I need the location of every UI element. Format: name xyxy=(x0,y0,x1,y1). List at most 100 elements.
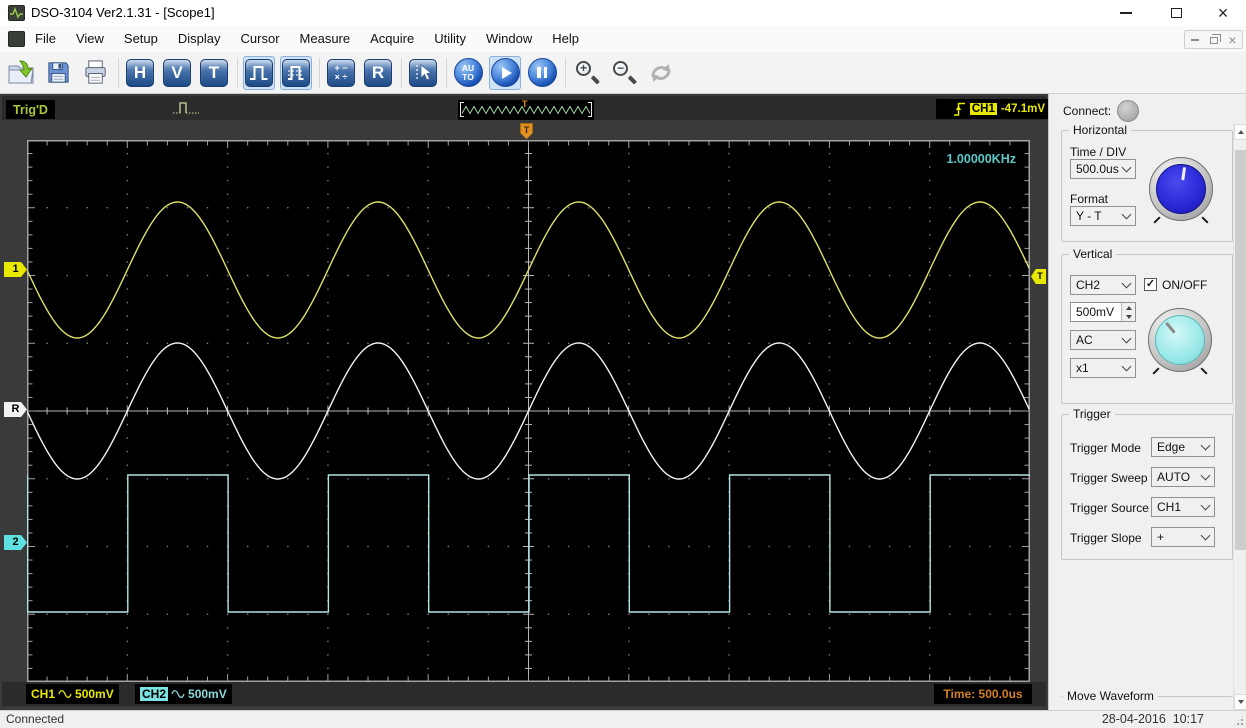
vertical-position-knob[interactable] xyxy=(1148,308,1212,375)
refresh-button[interactable] xyxy=(645,56,677,90)
trigger-setup-button[interactable]: T xyxy=(198,56,230,90)
probe-select[interactable]: x1 xyxy=(1070,358,1136,378)
trigger-source-select[interactable]: CH1 xyxy=(1151,497,1215,517)
chevron-down-icon xyxy=(1121,162,1132,172)
stepper-up-button[interactable] xyxy=(1122,303,1135,312)
pause-button[interactable] xyxy=(526,56,558,90)
open-button[interactable] xyxy=(5,56,37,90)
toolbar-separator xyxy=(446,57,447,88)
format-label: Format xyxy=(1070,192,1109,206)
trigger-group-title: Trigger xyxy=(1069,407,1115,421)
trigger-position-marker[interactable]: T xyxy=(520,123,533,139)
save-button[interactable] xyxy=(42,56,74,90)
mdi-minimize-button[interactable] xyxy=(1185,31,1204,48)
chevron-down-icon xyxy=(1200,530,1211,540)
math-icon: + − × ÷ xyxy=(327,58,355,87)
scrollbar-up-button[interactable] xyxy=(1234,124,1246,140)
play-icon xyxy=(490,58,520,87)
channel-select[interactable]: CH2 xyxy=(1070,275,1136,295)
menu-help[interactable]: Help xyxy=(542,26,589,52)
connect-indicator[interactable] xyxy=(1117,100,1140,122)
chevron-down-icon xyxy=(1200,440,1211,450)
ch1-name: CH1 xyxy=(31,687,56,701)
trigger-source-badge: CH1 xyxy=(969,103,997,115)
window-title: DSO-3104 Ver2.1.31 - [Scope1] xyxy=(31,5,215,20)
arrow-down-icon xyxy=(1125,314,1132,319)
menu-view[interactable]: View xyxy=(66,26,114,52)
trigger-slope-select[interactable]: + xyxy=(1151,527,1215,547)
menu-window[interactable]: Window xyxy=(476,26,542,52)
preview-trigger-marker[interactable]: T xyxy=(522,99,528,109)
app-icon xyxy=(8,5,25,21)
menu-cursor[interactable]: Cursor xyxy=(231,26,290,52)
move-waveform-title: Move Waveform xyxy=(1063,689,1158,703)
datetime: 28-04-2016 10:17 xyxy=(1101,712,1204,726)
zoom-out-button[interactable]: − xyxy=(608,56,640,90)
vertical-setup-button[interactable]: V xyxy=(161,56,193,90)
waveform-screen[interactable]: 1.00000KHz xyxy=(26,140,1030,682)
title-bar: DSO-3104 Ver2.1.31 - [Scope1] × xyxy=(0,0,1246,26)
pulse-train-button[interactable] xyxy=(280,55,312,90)
chevron-down-icon xyxy=(1121,278,1132,288)
trigger-mode-select[interactable]: Edge xyxy=(1151,437,1215,457)
waveform-preview[interactable]: T xyxy=(458,99,594,120)
channel-onoff-checkbox[interactable]: ✓ xyxy=(1144,278,1157,291)
ch1-ground-marker[interactable]: 1 xyxy=(4,262,27,277)
format-select[interactable]: Y - T xyxy=(1070,206,1136,226)
preview-right-bracket xyxy=(588,102,592,117)
math-button[interactable]: + − × ÷ xyxy=(325,56,357,90)
menu-measure[interactable]: Measure xyxy=(290,26,361,52)
trigger-sweep-select[interactable]: AUTO xyxy=(1151,467,1215,487)
pulse-single-button[interactable] xyxy=(243,55,275,90)
menu-acquire[interactable]: Acquire xyxy=(360,26,424,52)
mdi-restore-button[interactable] xyxy=(1204,31,1223,48)
horizontal-group: Horizontal Time / DIV 500.0us Format Y -… xyxy=(1061,123,1233,242)
menu-file[interactable]: File xyxy=(25,26,66,52)
autoset-button[interactable]: AU TO xyxy=(452,56,484,90)
timebase-readout: Time: 500.0us xyxy=(934,684,1032,704)
time-div-select[interactable]: 500.0us xyxy=(1070,159,1136,179)
arrow-down-icon xyxy=(1238,700,1244,704)
run-button[interactable] xyxy=(489,55,521,90)
ref-ground-marker[interactable]: R xyxy=(4,402,27,417)
zoom-in-button[interactable]: + xyxy=(571,56,603,90)
document-icon xyxy=(8,31,25,47)
menu-setup[interactable]: Setup xyxy=(114,26,168,52)
ch2-ground-marker[interactable]: 2 xyxy=(4,535,27,550)
pause-icon xyxy=(527,58,557,87)
maximize-button[interactable] xyxy=(1163,0,1189,26)
volts-div-stepper[interactable]: 500mV xyxy=(1070,302,1136,322)
pulse-status-icon xyxy=(173,102,199,114)
rising-edge-icon xyxy=(953,102,965,116)
ch1-scale-readout[interactable]: CH1 500mV xyxy=(26,684,119,704)
onoff-label: ON/OFF xyxy=(1162,278,1208,292)
trigger-level-marker[interactable]: T xyxy=(1031,269,1046,284)
panel-scrollbar[interactable] xyxy=(1233,124,1246,710)
toolbar-separator xyxy=(319,57,320,88)
print-button[interactable] xyxy=(79,56,111,90)
status-bar: Connected 28-04-2016 10:17 xyxy=(0,710,1246,728)
scope-display-area: Trig'D T CH1 -47.1mV T 1.00000KHz 1 R 2 … xyxy=(0,94,1048,710)
cursor-measure-button[interactable] xyxy=(407,56,439,90)
menu-display[interactable]: Display xyxy=(168,26,231,52)
trigger-sweep-label: Trigger Sweep xyxy=(1070,471,1148,485)
menu-utility[interactable]: Utility xyxy=(424,26,476,52)
scrollbar-down-button[interactable] xyxy=(1234,694,1246,710)
horizontal-position-knob[interactable] xyxy=(1149,157,1213,224)
reference-button[interactable]: R xyxy=(362,56,394,90)
chevron-down-icon xyxy=(1121,361,1132,371)
check-icon: ✓ xyxy=(1145,278,1156,290)
close-button[interactable]: × xyxy=(1210,0,1236,26)
ch2-scale-readout[interactable]: CH2 500mV xyxy=(135,684,232,704)
coupling-select[interactable]: AC xyxy=(1070,330,1136,350)
resize-grip[interactable] xyxy=(1232,714,1245,727)
scrollbar-thumb[interactable] xyxy=(1235,150,1246,550)
minimize-button[interactable] xyxy=(1113,0,1139,26)
connection-status: Connected xyxy=(6,712,65,726)
t-letter-icon: T xyxy=(200,58,228,87)
preview-left-bracket xyxy=(460,102,464,117)
horizontal-setup-button[interactable]: H xyxy=(124,56,156,90)
trigger-mode-label: Trigger Mode xyxy=(1070,441,1141,455)
stepper-down-button[interactable] xyxy=(1122,312,1135,321)
mdi-close-button[interactable]: × xyxy=(1223,31,1242,48)
